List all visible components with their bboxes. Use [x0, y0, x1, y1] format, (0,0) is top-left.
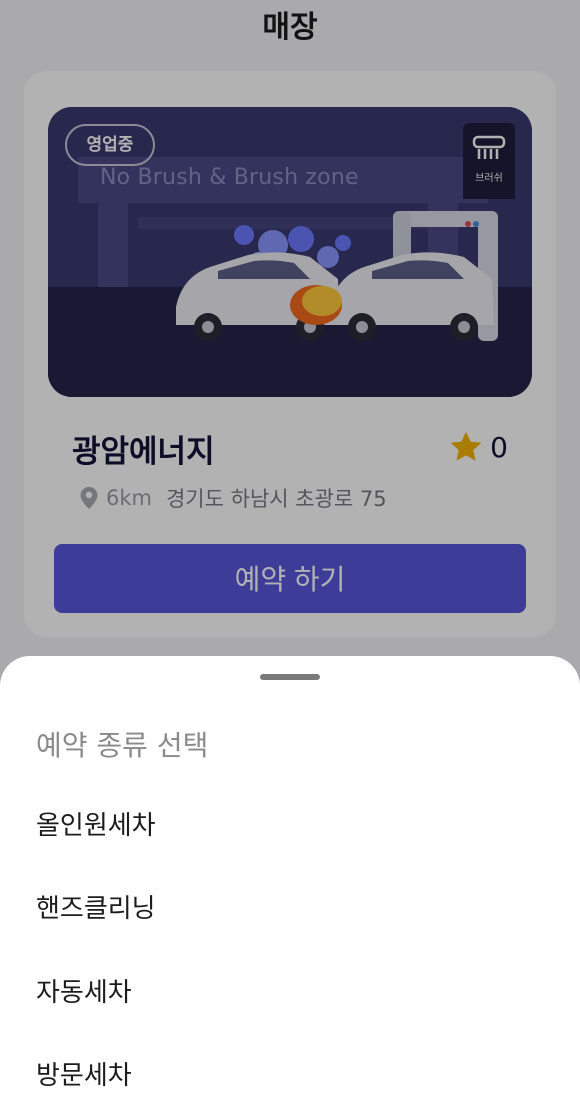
option-hands-cleaning[interactable]: 핸즈클리닝: [36, 881, 556, 937]
reservation-type-sheet: 예약 종류 선택 올인원세차 핸즈클리닝 자동세차 방문세차: [0, 656, 580, 1111]
sheet-title: 예약 종류 선택: [36, 729, 209, 762]
option-visit-wash[interactable]: 방문세차: [36, 1048, 556, 1104]
option-all-in-one-wash[interactable]: 올인원세차: [36, 798, 556, 854]
option-auto-wash[interactable]: 자동세차: [36, 965, 556, 1021]
sheet-drag-handle[interactable]: [260, 674, 320, 680]
